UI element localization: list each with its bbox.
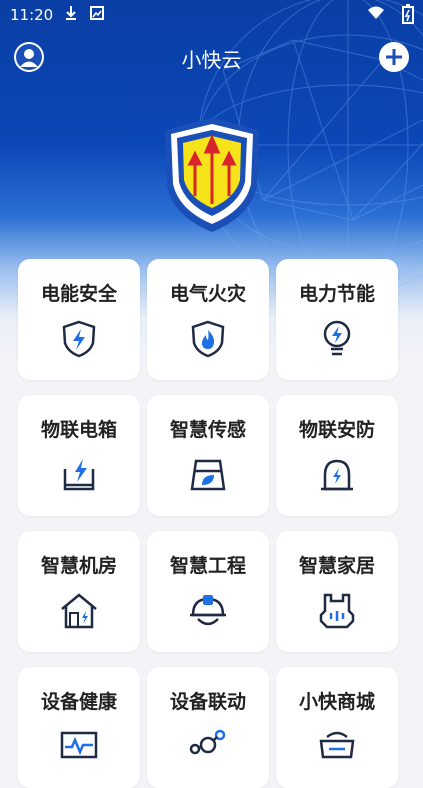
mall-icon: [319, 731, 355, 759]
tile-mall[interactable]: 小快商城: [276, 667, 398, 788]
plus-icon: [386, 49, 402, 65]
tile-label: 小快商城: [298, 691, 375, 713]
energy-bulb-icon: [323, 320, 351, 356]
tile-label: 设备健康: [40, 691, 117, 713]
sensor-icon: [190, 459, 226, 491]
fire-shield-icon: [191, 320, 225, 358]
download-icon: [66, 6, 76, 20]
iot-box-icon: [63, 459, 95, 491]
device-health-icon: [60, 731, 98, 759]
image-notification-icon: [90, 6, 104, 20]
tile-electrical-fire[interactable]: 电气火灾: [147, 259, 269, 380]
tile-smart-sensor[interactable]: 智慧传感: [147, 395, 269, 516]
tile-label: 物联电箱: [40, 419, 117, 441]
tile-device-linkage[interactable]: 设备联动: [147, 667, 269, 788]
top-bar: 小快云: [0, 36, 423, 82]
smart-home-icon: [319, 593, 355, 629]
wifi-icon: [368, 6, 384, 19]
hardhat-icon: [190, 595, 226, 626]
status-time: 11:20: [10, 6, 54, 24]
tile-label: 物联安防: [298, 419, 375, 441]
tile-smart-engineering[interactable]: 智慧工程: [147, 531, 269, 652]
tile-smart-server-room[interactable]: 智慧机房: [18, 531, 140, 652]
status-bar: 11:20: [0, 0, 423, 30]
tile-iot-security[interactable]: 物联安防: [276, 395, 398, 516]
tile-label: 智慧传感: [169, 419, 246, 441]
tile-label: 电力节能: [298, 283, 375, 305]
page-title: 小快云: [181, 48, 242, 72]
tile-energy-saving[interactable]: 电力节能: [276, 259, 398, 380]
tile-label: 智慧家居: [298, 555, 375, 577]
tile-label: 智慧工程: [169, 555, 246, 577]
tile-label: 电能安全: [40, 283, 117, 305]
add-button[interactable]: [379, 42, 409, 72]
lightning-shield-icon: [62, 320, 96, 358]
server-room-icon: [61, 593, 97, 629]
security-alarm-icon: [321, 459, 353, 491]
tile-iot-box[interactable]: 物联电箱: [18, 395, 140, 516]
tile-device-health[interactable]: 设备健康: [18, 667, 140, 788]
app-logo-shield: [165, 118, 259, 232]
tile-smart-home[interactable]: 智慧家居: [276, 531, 398, 652]
tile-label: 设备联动: [169, 691, 246, 713]
device-link-icon: [189, 729, 226, 755]
tile-label: 电气火灾: [169, 283, 246, 305]
battery-icon: [402, 4, 414, 24]
tile-label: 智慧机房: [40, 555, 117, 577]
tile-power-safety[interactable]: 电能安全: [18, 259, 140, 380]
